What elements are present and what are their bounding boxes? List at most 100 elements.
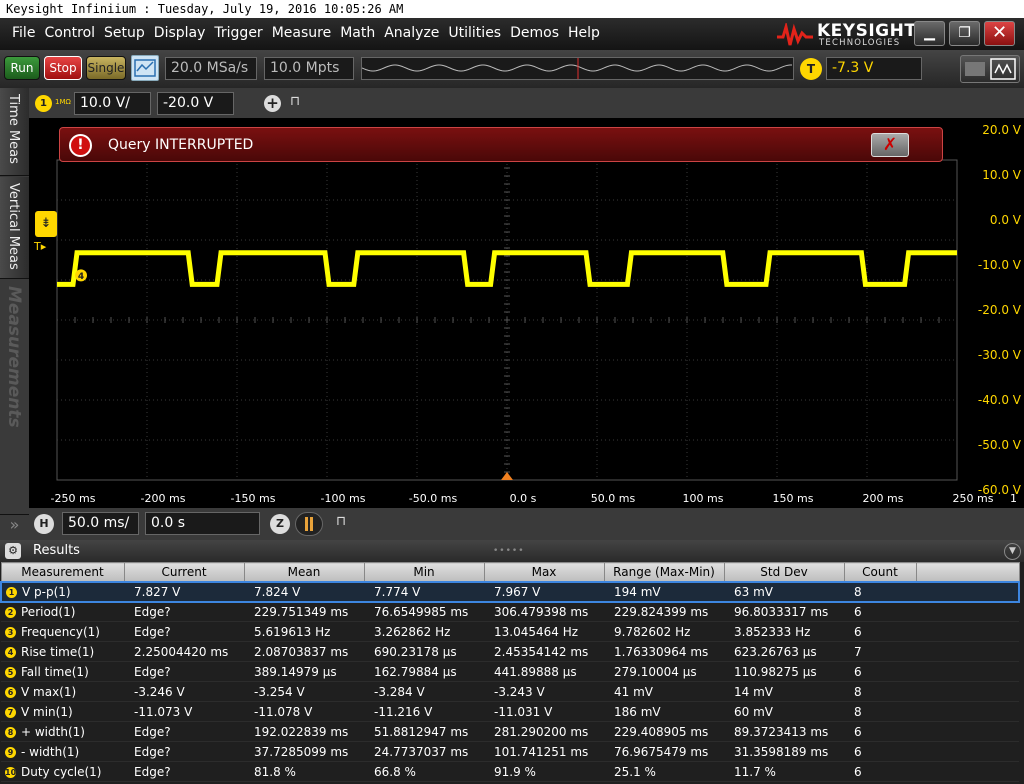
table-cell: 25.1 % (604, 761, 724, 782)
measurement-badge: 7 (5, 706, 16, 718)
table-cell: 6 (844, 721, 916, 742)
resize-grip-icon[interactable]: ••••• (493, 546, 525, 556)
close-button[interactable]: ✕ (984, 21, 1015, 46)
pin-icon[interactable]: ⊓ (290, 94, 300, 109)
measurement-name-cell: 1 V p-p(1) (0, 580, 124, 603)
column-header[interactable]: Count (843, 562, 917, 582)
column-header[interactable]: Current (123, 562, 245, 582)
add-channel-button[interactable]: + (264, 95, 281, 112)
zoom-badge[interactable]: Z (270, 514, 290, 534)
tab-vertical-meas[interactable]: Vertical Meas (0, 177, 29, 279)
restore-button[interactable]: ❐ (949, 21, 980, 46)
table-cell: 37.7285099 ms (244, 741, 364, 762)
measurement-name: V min(1) (21, 704, 73, 719)
table-row[interactable]: 3 Frequency(1) Edge? 5.619613 Hz 3.262862 Hz… (1, 621, 1019, 642)
table-cell: -3.246 V (124, 681, 244, 702)
channel1-scale-field[interactable]: 10.0 V/ (74, 92, 151, 115)
menu-utilities[interactable]: Utilities (448, 25, 501, 41)
measurement-name-cell: 2 Period(1) (1, 601, 124, 622)
table-row[interactable]: 5 Fall time(1) Edge? 389.14979 µs 162.79884 … (1, 661, 1019, 682)
menu-bar: File Control Setup Display Trigger Measure Mat… (0, 18, 1024, 50)
table-row[interactable]: 8 + width(1) Edge? 192.022839 ms 51.8812947 … (1, 721, 1019, 742)
measurement-name: V max(1) (21, 684, 77, 699)
y-tick-label: 10.0 V (982, 168, 1021, 182)
minimize-button[interactable]: ▁ (914, 21, 945, 46)
table-cell-spacer (916, 741, 1019, 762)
table-cell: 306.479398 ms (484, 601, 604, 622)
layout-button[interactable] (960, 55, 1020, 83)
x-tick-label: 50.0 ms (590, 492, 636, 505)
column-header[interactable]: Range (Max-Min) (603, 562, 725, 582)
table-cell: 2.45354142 ms (484, 641, 604, 662)
table-row[interactable]: 1 V p-p(1) 7.827 V 7.824 V 7.774 V 7.967 V 194… (0, 580, 1020, 603)
waveform-display[interactable]: 4 ⇟ T▸ 20.0 V 10.0 V 0.0 V -10.0 V -20.0 V -3… (29, 118, 1024, 508)
measurement-name-cell: 10 Duty cycle(1) (1, 761, 124, 782)
run-button[interactable]: Run (4, 56, 40, 80)
table-cell: 96.8033317 ms (724, 601, 844, 622)
menu-control[interactable]: Control (44, 25, 95, 41)
trigger-badge[interactable]: T (800, 58, 822, 80)
waveform-overview[interactable] (361, 57, 794, 80)
table-row[interactable]: 2 Period(1) Edge? 229.751349 ms 76.6549985 m… (1, 601, 1019, 622)
trigger-level-field[interactable]: -7.3 V (826, 57, 922, 80)
y-tick-label: -40.0 V (977, 393, 1021, 407)
table-cell: 91.9 % (484, 761, 604, 782)
channel1-offset-field[interactable]: -20.0 V (157, 92, 234, 115)
stop-button[interactable]: Stop (44, 56, 82, 80)
table-cell: 7.827 V (124, 580, 244, 603)
menu-math[interactable]: Math (340, 25, 375, 41)
table-row[interactable]: 4 Rise time(1) 2.25004420 ms 2.08703837 ms 6… (1, 641, 1019, 662)
menu-setup[interactable]: Setup (104, 25, 145, 41)
column-header[interactable]: Measurement (0, 562, 125, 582)
horizontal-position-field[interactable]: 0.0 s (145, 512, 260, 535)
tab-measurements[interactable]: Measurements (0, 280, 29, 515)
table-cell: 76.6549985 ms (364, 601, 484, 622)
y-tick-label: 0.0 V (989, 213, 1021, 227)
gear-icon[interactable]: ⚙ (5, 543, 21, 559)
single-button[interactable]: Single (86, 56, 126, 80)
table-cell: 7.824 V (244, 580, 364, 603)
table-cell: 441.89888 µs (484, 661, 604, 682)
horizontal-pin-icon[interactable]: ⊓ (336, 514, 346, 529)
table-cell: 8 (844, 681, 916, 702)
column-header-spacer (915, 562, 1020, 582)
horizontal-scale-field[interactable]: 50.0 ms/ (62, 512, 139, 535)
trigger-level-marker[interactable]: T▸ (34, 240, 46, 253)
table-cell: 81.8 % (244, 761, 364, 782)
results-header: ⚙ Results ••••• ▼ (0, 540, 1024, 562)
menu-items: File Control Setup Display Trigger Measure Mat… (12, 25, 609, 41)
menu-trigger[interactable]: Trigger (214, 25, 262, 41)
table-row[interactable]: 6 V max(1) -3.246 V -3.254 V -3.284 V -3.243 … (1, 681, 1019, 702)
menu-file[interactable]: File (12, 25, 35, 41)
channel1-badge[interactable]: 1 (35, 95, 52, 112)
autoscale-button[interactable] (131, 55, 159, 81)
memory-depth-display[interactable]: 10.0 Mpts (264, 57, 354, 80)
expand-sidebar-icon[interactable]: » (0, 515, 29, 540)
table-row[interactable]: 9 - width(1) Edge? 37.7285099 ms 24.7737037 … (1, 741, 1019, 762)
channel-ground-marker[interactable]: ⇟ (35, 211, 57, 237)
y-tick-label: -20.0 V (977, 303, 1021, 317)
toolbar: Run Stop Single 20.0 MSa/s 10.0 Mpts T -… (0, 50, 1024, 88)
menu-measure[interactable]: Measure (272, 25, 332, 41)
menu-help[interactable]: Help (568, 25, 600, 41)
measurement-badge: 8 (5, 726, 16, 738)
column-header[interactable]: Min (363, 562, 485, 582)
menu-display[interactable]: Display (154, 25, 206, 41)
menu-analyze[interactable]: Analyze (384, 25, 439, 41)
column-header[interactable]: Std Dev (723, 562, 845, 582)
tab-time-meas[interactable]: Time Meas (0, 88, 29, 176)
sample-rate-display[interactable]: 20.0 MSa/s (165, 57, 257, 80)
results-body: 1 V p-p(1) 7.827 V 7.824 V 7.774 V 7.967 V 194… (0, 580, 1020, 782)
table-cell: -11.073 V (124, 701, 244, 722)
column-header[interactable]: Max (483, 562, 605, 582)
dismiss-error-button[interactable]: ✗ (871, 133, 909, 157)
horizontal-badge[interactable]: H (34, 514, 54, 534)
collapse-results-icon[interactable]: ▼ (1004, 543, 1021, 560)
column-header[interactable]: Mean (243, 562, 365, 582)
table-cell: 6 (844, 741, 916, 762)
table-row[interactable]: 10 Duty cycle(1) Edge? 81.8 % 66.8 % 91.9 % 25… (1, 761, 1019, 782)
table-row[interactable]: 7 V min(1) -11.073 V -11.078 V -11.216 V -11.… (1, 701, 1019, 722)
menu-demos[interactable]: Demos (510, 25, 559, 41)
horizontal-reference-toggle[interactable] (295, 512, 323, 536)
keysight-logo: KEYSIGHT TECHNOLOGIES (775, 21, 916, 49)
